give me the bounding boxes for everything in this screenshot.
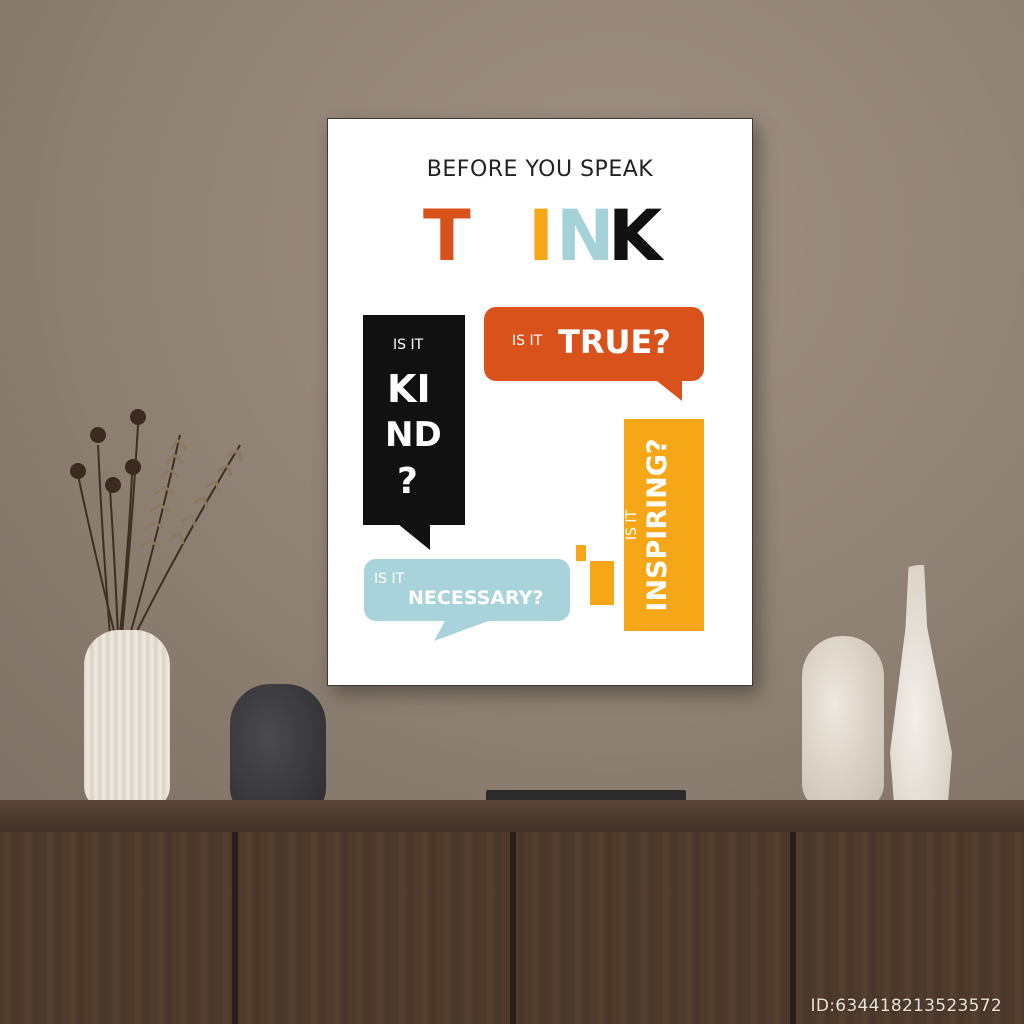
- kind-line2: ND: [385, 415, 442, 455]
- necessary-prefix: IS IT: [374, 571, 405, 587]
- poster: BEFORE YOU SPEAK T I N K IS IT KI ND ? I…: [327, 118, 753, 686]
- think-letter-n: N: [556, 195, 615, 277]
- cabinet-door-gap: [510, 832, 516, 1024]
- poster-headline: BEFORE YOU SPEAK: [426, 157, 654, 182]
- kind-bubble-tail: [398, 524, 430, 550]
- inspiring-bubble-tail-small: [576, 545, 586, 561]
- dried-plants: [70, 409, 243, 636]
- necessary-word: NECESSARY?: [408, 587, 544, 609]
- cabinet-door-gap: [232, 832, 238, 1024]
- inspiring-bubble: IS IT INSPIRING?: [624, 419, 704, 631]
- necessary-bubble: IS IT NECESSARY?: [364, 559, 570, 621]
- think-letter-i: I: [528, 195, 555, 277]
- think-letter-k: K: [608, 195, 663, 277]
- black-vase: [230, 684, 326, 818]
- watermark-id: ID:6344182135235​72: [810, 996, 1002, 1016]
- stone-vase-right: [802, 636, 884, 810]
- true-prefix: IS IT: [512, 333, 543, 349]
- kind-line3: ?: [397, 461, 418, 502]
- shelf-top: [0, 800, 1024, 834]
- white-vase-left: [84, 630, 170, 810]
- kind-bubble: IS IT KI ND ?: [363, 315, 465, 525]
- cabinet-door-gap: [790, 832, 796, 1024]
- true-bubble: IS IT TRUE?: [484, 307, 704, 381]
- necessary-bubble-tail: [434, 619, 494, 641]
- kind-line1: KI: [387, 367, 431, 411]
- inspiring-prefix: IS IT: [624, 509, 640, 541]
- inspiring-word: INSPIRING?: [642, 438, 673, 612]
- think-letter-t: T: [423, 195, 471, 277]
- inspiring-bubble-tail: [590, 561, 614, 605]
- true-word: TRUE?: [558, 323, 671, 361]
- kind-prefix: IS IT: [393, 337, 424, 353]
